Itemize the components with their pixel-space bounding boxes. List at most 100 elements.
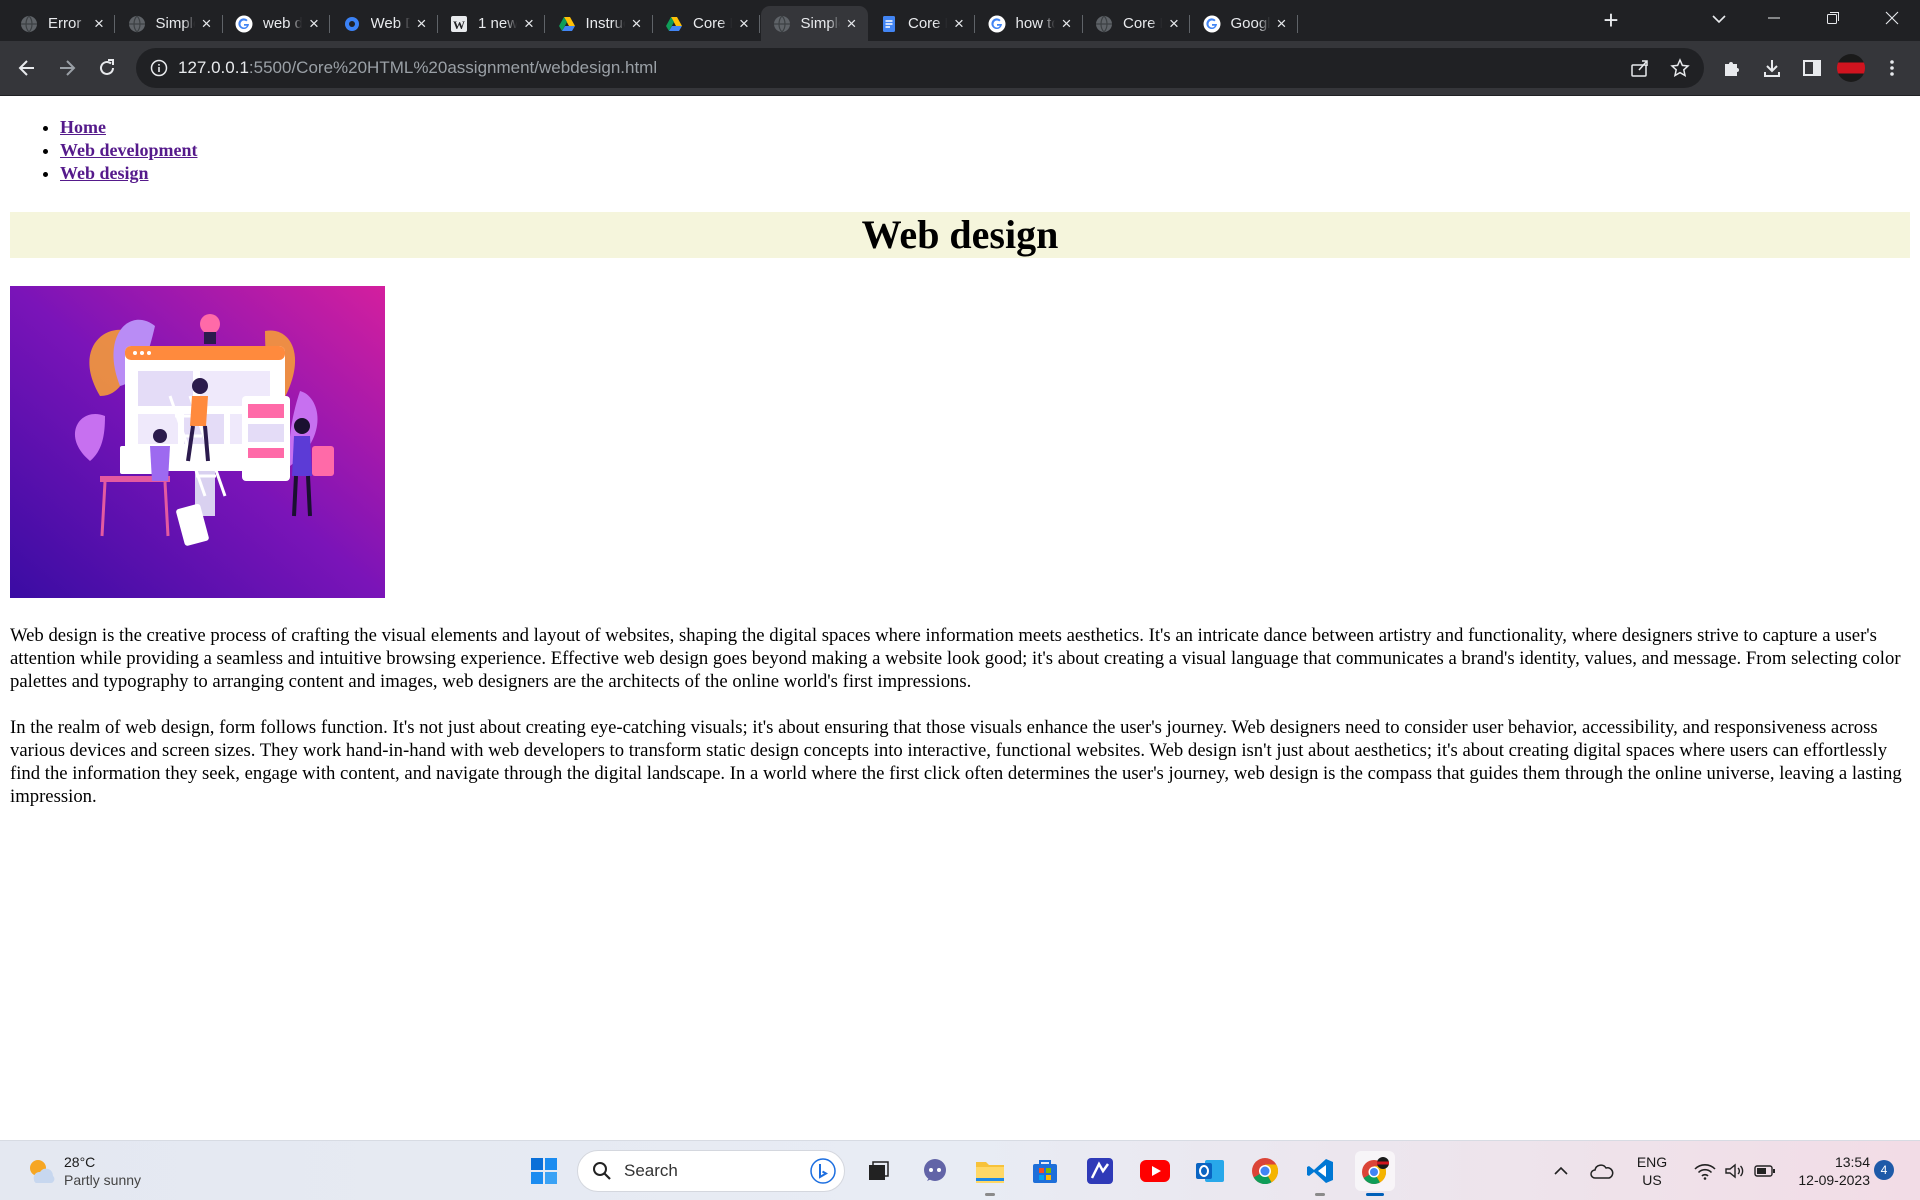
page-title: Web design	[10, 212, 1910, 258]
browser-toolbar: 127.0.0.1:5500/Core%20HTML%20assignment/…	[0, 41, 1920, 96]
paragraph-1: Web design is the creative process of cr…	[10, 625, 1901, 692]
reload-icon	[100, 59, 114, 75]
power-automate-icon	[1087, 1158, 1113, 1184]
minimize-button[interactable]	[1746, 0, 1802, 36]
bookmark-button[interactable]	[1669, 57, 1691, 79]
nav-link-web-development[interactable]: Web development	[60, 140, 198, 160]
tab-close-icon[interactable]: ×	[1166, 15, 1182, 32]
start-button[interactable]	[524, 1151, 564, 1191]
language-region: US	[1642, 1172, 1662, 1188]
tab-active[interactable]: Simple×	[760, 6, 868, 41]
nav-link-home[interactable]: Home	[60, 117, 106, 137]
youtube-icon	[1140, 1160, 1170, 1182]
close-window-button[interactable]	[1864, 0, 1920, 36]
side-panel-button[interactable]	[1796, 52, 1828, 84]
folder-icon	[976, 1162, 1004, 1183]
profile-avatar[interactable]	[1837, 54, 1865, 82]
youtube-button[interactable]	[1135, 1151, 1175, 1191]
microsoft-store-button[interactable]	[1025, 1151, 1065, 1191]
puzzle-icon	[1725, 62, 1739, 76]
tab-close-icon[interactable]: ×	[91, 15, 107, 32]
google-drive-icon	[558, 15, 576, 33]
vscode-button[interactable]	[1300, 1151, 1340, 1196]
weather-widget[interactable]: 28°C Partly sunny	[26, 1153, 141, 1189]
chat-icon	[924, 1159, 946, 1181]
reload-button[interactable]	[91, 52, 123, 84]
tab[interactable]: Web De×	[331, 6, 438, 41]
notification-badge[interactable]: 4	[1874, 1160, 1894, 1180]
arrow-left-icon	[18, 60, 34, 76]
chrome-profile-icon	[1362, 1157, 1389, 1185]
clock[interactable]: 13:54 12-09-2023	[1780, 1153, 1870, 1189]
tab-title: web des	[263, 15, 302, 32]
chat-button[interactable]	[915, 1151, 955, 1191]
running-indicator	[1315, 1193, 1325, 1196]
tab-close-icon[interactable]: ×	[629, 15, 645, 32]
downloads-button[interactable]	[1756, 52, 1788, 84]
tab[interactable]: how to×	[976, 6, 1083, 41]
share-button[interactable]	[1629, 57, 1651, 79]
chrome-icon	[1252, 1158, 1279, 1185]
tab-search-icon[interactable]	[1710, 10, 1728, 28]
tab-title: Web De	[370, 15, 410, 32]
tab[interactable]: W 1 new n×	[438, 6, 545, 41]
url-text[interactable]: 127.0.0.1:5500/Core%20HTML%20assignment/…	[178, 58, 657, 78]
chrome-profile-button[interactable]	[1355, 1151, 1395, 1196]
share-icon	[1631, 60, 1648, 77]
url-host: 127.0.0.1	[178, 58, 249, 77]
tab-close-icon[interactable]: ×	[1274, 15, 1290, 32]
tab[interactable]: Simple×	[116, 6, 223, 41]
extensions-button[interactable]	[1716, 52, 1748, 84]
tab-close-icon[interactable]: ×	[736, 15, 752, 32]
tab[interactable]: Instruct×	[546, 6, 653, 41]
show-hidden-icons-button[interactable]	[1541, 1151, 1581, 1191]
tab-strip: Error×Simple×web des×Web De×W1 new n×Ins…	[0, 0, 1920, 41]
tab-close-icon[interactable]: ×	[521, 15, 537, 32]
tab-title: Core HT	[693, 15, 732, 32]
forward-button[interactable]	[51, 52, 83, 84]
taskbar-search[interactable]: Search	[577, 1150, 845, 1192]
bing-icon[interactable]	[810, 1158, 836, 1184]
tab[interactable]: web des×	[223, 6, 330, 41]
weather-condition: Partly sunny	[64, 1172, 142, 1188]
tab-close-icon[interactable]: ×	[1059, 15, 1075, 32]
running-indicator	[985, 1193, 995, 1196]
partly-sunny-icon	[30, 1160, 55, 1184]
quick-settings-button[interactable]	[1682, 1153, 1788, 1189]
menu-button[interactable]	[1876, 52, 1908, 84]
chrome-button[interactable]	[1245, 1151, 1285, 1191]
windows-taskbar: 28°C Partly sunny Search ENG US 13:54 12…	[0, 1140, 1920, 1200]
task-view-icon	[869, 1161, 889, 1180]
outlook-button[interactable]	[1190, 1151, 1230, 1191]
tab-close-icon[interactable]: ×	[306, 15, 322, 32]
restore-icon	[1827, 12, 1839, 24]
tab-close-icon[interactable]: ×	[844, 15, 860, 32]
power-automate-button[interactable]	[1080, 1151, 1120, 1191]
tab-title: Core HT	[1123, 15, 1162, 32]
new-tab-button[interactable]: +	[1597, 7, 1625, 33]
tab-close-icon[interactable]: ×	[414, 15, 430, 32]
tab-close-icon[interactable]: ×	[951, 15, 967, 32]
restore-button[interactable]	[1805, 0, 1861, 36]
info-icon[interactable]	[150, 59, 168, 77]
google-drive-icon	[665, 15, 683, 33]
tab[interactable]: Core HT×	[653, 6, 760, 41]
back-button[interactable]	[11, 52, 43, 84]
google-docs-icon	[880, 15, 898, 33]
language-indicator[interactable]: ENG US	[1630, 1153, 1674, 1189]
task-view-button[interactable]	[858, 1151, 898, 1191]
nav-link-web-design[interactable]: Web design	[60, 163, 149, 183]
file-explorer-button[interactable]	[970, 1151, 1010, 1196]
wifi-icon	[1694, 1164, 1716, 1180]
nav-item-home: Home	[60, 116, 198, 139]
language-code: ENG	[1636, 1154, 1668, 1170]
tab-close-icon[interactable]: ×	[199, 15, 215, 32]
onedrive-button[interactable]	[1582, 1151, 1622, 1191]
active-indicator	[1366, 1193, 1384, 1196]
tab[interactable]: Google×	[1191, 6, 1298, 41]
tab[interactable]: Core HT×	[868, 6, 975, 41]
address-bar[interactable]: 127.0.0.1:5500/Core%20HTML%20assignment/…	[136, 48, 1704, 88]
weather-temperature: 28°C	[64, 1154, 96, 1170]
tab[interactable]: Core HT×	[1083, 6, 1190, 41]
tab[interactable]: Error ×	[8, 6, 115, 41]
